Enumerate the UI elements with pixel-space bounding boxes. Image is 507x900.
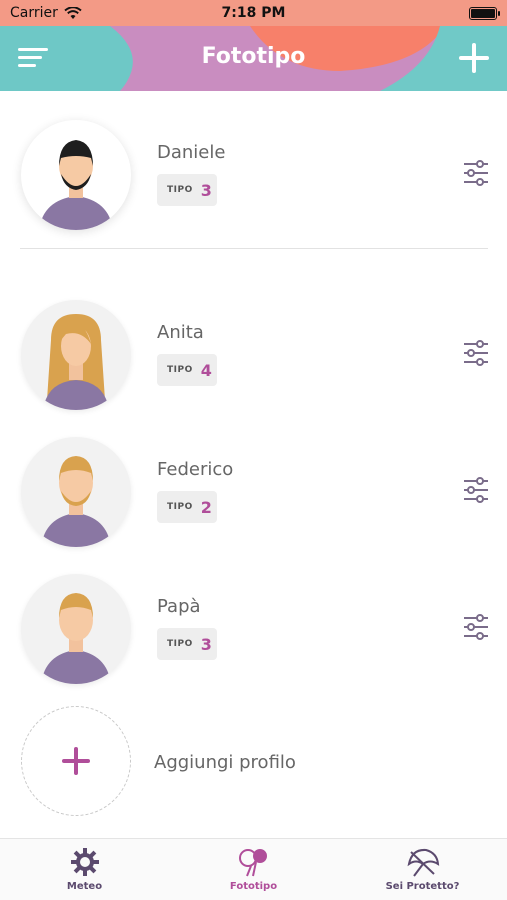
tipo-badge: TIPO 4 <box>157 354 217 386</box>
profile-name: Federico <box>157 459 234 480</box>
tipo-label: TIPO <box>167 185 193 195</box>
tab-label: Sei Protetto? <box>385 881 460 892</box>
tipo-label: TIPO <box>167 639 193 649</box>
tipo-value: 3 <box>200 180 212 200</box>
profile-item[interactable]: Anita TIPO 4 <box>0 298 507 418</box>
tab-label: Fototipo <box>229 881 278 892</box>
sun-gear-icon <box>70 848 99 876</box>
avatar <box>21 437 131 547</box>
profile-name: Papà <box>157 596 201 617</box>
tipo-badge: TIPO 2 <box>157 491 217 523</box>
tab-bar: Meteo Fototipo Sei Protetto? <box>0 838 507 900</box>
man-dark-hair-icon <box>39 140 113 230</box>
status-left: Carrier <box>10 5 82 21</box>
tab-meteo[interactable]: Meteo <box>0 839 169 900</box>
add-profile-button[interactable] <box>21 706 131 816</box>
profile-item[interactable]: Papà TIPO 3 <box>0 572 507 692</box>
tipo-badge: TIPO 3 <box>157 628 217 660</box>
status-bar: Carrier 7:18 PM <box>0 0 507 26</box>
sliders-icon[interactable] <box>463 340 489 366</box>
sliders-icon[interactable] <box>463 160 489 186</box>
umbrella-icon <box>407 848 439 877</box>
divider <box>20 248 488 249</box>
tipo-label: TIPO <box>167 502 193 512</box>
tipo-label: TIPO <box>167 365 193 375</box>
tab-sei-protetto[interactable]: Sei Protetto? <box>338 839 507 900</box>
lollipop-icon <box>238 849 267 877</box>
add-button[interactable] <box>459 43 489 73</box>
tipo-badge: TIPO 3 <box>157 174 217 206</box>
page-title: Fototipo <box>201 44 306 69</box>
tipo-value: 2 <box>200 497 212 517</box>
avatar <box>21 120 131 230</box>
profile-name: Daniele <box>157 142 226 163</box>
add-profile-label[interactable]: Aggiungi profilo <box>154 752 296 773</box>
profile-name: Anita <box>157 322 204 343</box>
sliders-icon[interactable] <box>463 614 489 640</box>
man-blonde-icon <box>41 593 111 684</box>
profile-item[interactable]: Daniele TIPO 3 <box>0 118 507 238</box>
battery-icon <box>469 6 500 20</box>
tab-fototipo[interactable]: Fototipo <box>169 839 338 900</box>
tipo-value: 4 <box>200 360 212 380</box>
avatar <box>21 574 131 684</box>
header: Fototipo <box>0 26 507 91</box>
tipo-value: 3 <box>200 634 212 654</box>
profile-item[interactable]: Federico TIPO 2 <box>0 435 507 555</box>
woman-blonde-icon <box>43 314 109 410</box>
avatar <box>21 300 131 410</box>
man-blonde-beard-icon <box>41 456 111 547</box>
wifi-icon <box>64 6 82 19</box>
tab-label: Meteo <box>66 881 103 892</box>
sliders-icon[interactable] <box>463 477 489 503</box>
carrier-label: Carrier <box>10 5 58 21</box>
